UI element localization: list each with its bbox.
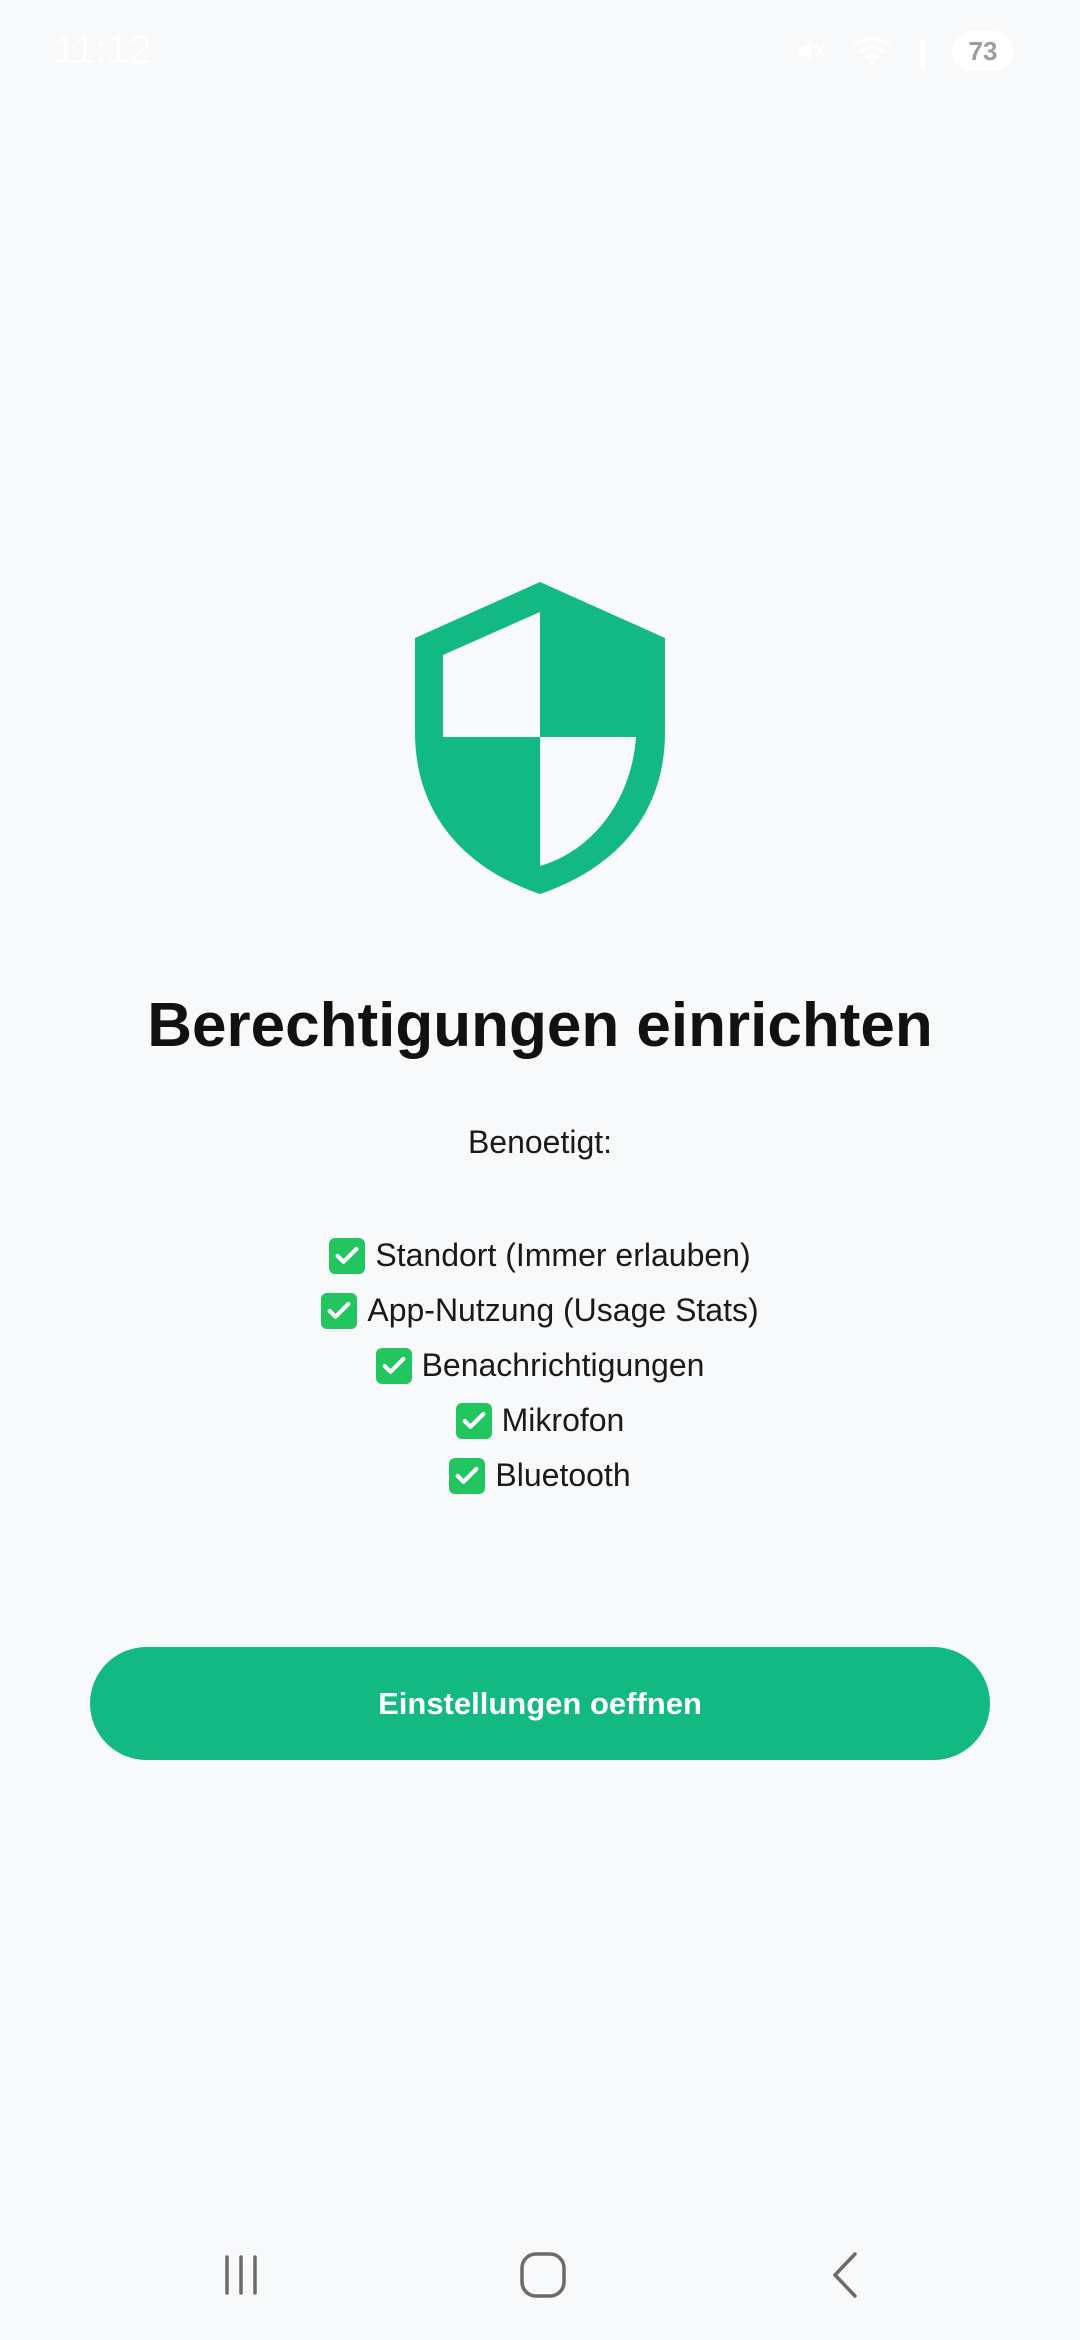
recent-apps-icon (225, 2255, 257, 2295)
permission-item-usage: App-Nutzung (Usage Stats) (0, 1283, 1080, 1338)
check-box-icon (449, 1457, 486, 1494)
check-box-icon (455, 1402, 492, 1439)
permission-item-microphone: Mikrofon (0, 1393, 1080, 1448)
check-box-icon (329, 1237, 366, 1274)
status-time: 11:12 (54, 28, 152, 72)
permission-label: App-Nutzung (Usage Stats) (367, 1292, 759, 1328)
screen: 11:12 73 Berechtigungen einrichten Benoe… (0, 0, 1080, 2340)
permission-label: Benachrichtigungen (421, 1347, 705, 1383)
back-button[interactable] (765, 2220, 925, 2330)
check-box-icon (375, 1347, 412, 1384)
home-button[interactable] (463, 2220, 623, 2330)
required-label: Benoetigt: (467, 1124, 613, 1160)
signal-icon (916, 34, 930, 68)
navigation-bar (0, 2220, 1080, 2340)
permission-item-notifications: Benachrichtigungen (0, 1338, 1080, 1393)
wifi-icon (850, 34, 894, 68)
check-box-icon (321, 1292, 358, 1329)
battery-indicator: 73 (952, 31, 1014, 71)
recent-apps-button[interactable] (161, 2220, 321, 2330)
permission-label: Bluetooth (495, 1457, 631, 1493)
status-icons: 73 (794, 28, 1014, 74)
open-settings-button[interactable]: Einstellungen oeffnen (90, 1647, 990, 1760)
permission-item-location: Standort (Immer erlauben) (0, 1228, 1080, 1283)
permission-item-bluetooth: Bluetooth (0, 1448, 1080, 1503)
back-icon (833, 2252, 857, 2298)
permission-label: Mikrofon (501, 1402, 625, 1438)
status-bar: 11:12 73 (0, 0, 1080, 100)
permission-label: Standort (Immer erlauben) (375, 1237, 751, 1273)
shield-icon (410, 582, 670, 894)
mute-icon (794, 34, 828, 68)
permission-list: Standort (Immer erlauben) App-Nutzung (U… (0, 1228, 1080, 1503)
page-title: Berechtigungen einrichten (147, 991, 933, 1060)
home-icon (520, 2252, 566, 2298)
